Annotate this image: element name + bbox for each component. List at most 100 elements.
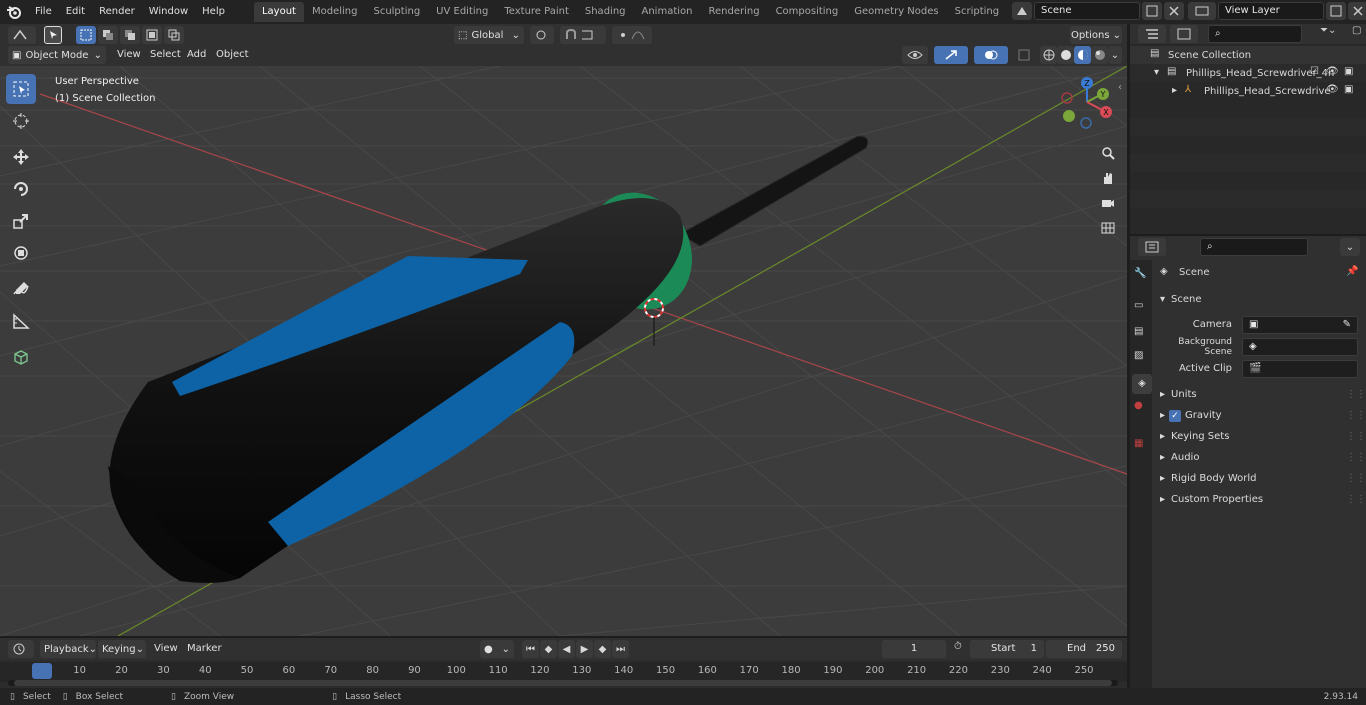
play-reverse-icon[interactable]: ◀	[558, 640, 575, 658]
eye-icon[interactable]: 👁	[1326, 84, 1339, 95]
filter-icon[interactable]: ⏷⌄	[1320, 25, 1336, 36]
outliner-row-object[interactable]: ▸ ⅄ Phillips_Head_Screwdrive 👁 ▣	[1130, 82, 1366, 100]
ortho-grid-icon[interactable]	[1097, 217, 1119, 239]
tweak-tool-icon[interactable]	[44, 26, 62, 44]
scene-icon[interactable]	[1012, 2, 1032, 20]
select-invert-icon[interactable]	[142, 26, 162, 44]
delete-scene-icon[interactable]	[1164, 2, 1184, 20]
panel-gravity[interactable]: ▸ ✓ Gravity ⋮⋮	[1152, 405, 1366, 426]
timeline-scrollbar[interactable]	[8, 680, 1118, 686]
screwdriver-model[interactable]	[108, 135, 869, 583]
expand-arrow-icon[interactable]: ▾	[1154, 67, 1159, 78]
drag-handle-icon[interactable]: ⋮⋮	[1346, 389, 1366, 400]
camera-view-icon[interactable]	[1097, 192, 1119, 214]
transform-orientation-dropdown[interactable]: ⬚ Global ⌄	[454, 26, 524, 44]
end-frame-field[interactable]: End 250	[1046, 640, 1122, 658]
delete-view-layer-icon[interactable]	[1348, 2, 1366, 20]
stopwatch-icon[interactable]: ⏱	[954, 641, 962, 652]
jump-end-icon[interactable]: ⏭	[612, 640, 629, 658]
proportional-edit-icon[interactable]	[612, 26, 652, 44]
panel-keying-sets[interactable]: ▸ Keying Sets ⋮⋮	[1152, 426, 1366, 447]
properties-editor-type-icon[interactable]	[1138, 238, 1166, 256]
rotate-tool-icon[interactable]	[6, 174, 36, 204]
sidebar-toggle-icon[interactable]: ‹	[1118, 82, 1122, 93]
tab-shading[interactable]: Shading	[577, 2, 634, 22]
view-layer-icon[interactable]	[1188, 2, 1216, 20]
play-icon[interactable]: ▶	[576, 640, 593, 658]
eye-icon[interactable]: 👁	[1326, 66, 1339, 77]
expand-arrow-icon[interactable]: ▸	[1172, 85, 1177, 96]
frame-ruler[interactable]: 1102030405060708090100110120130140150160…	[0, 662, 1127, 682]
keying-menu[interactable]: Keying ⌄	[98, 640, 146, 658]
texture-tab-icon[interactable]: ▦	[1134, 438, 1143, 449]
timeline-menu-marker[interactable]: Marker	[187, 640, 222, 658]
chevron-down-icon[interactable]: ⌄	[1108, 46, 1122, 64]
outliner-search-input[interactable]: ⌕	[1208, 25, 1302, 43]
playhead-marker[interactable]	[32, 663, 52, 679]
tab-compositing[interactable]: Compositing	[768, 2, 847, 22]
start-frame-field[interactable]: Start 1	[970, 640, 1044, 658]
zoom-icon[interactable]	[1097, 142, 1119, 164]
xray-toggle-icon[interactable]	[1014, 46, 1034, 64]
navigation-gizmo[interactable]: Z Y X	[1058, 74, 1116, 136]
viewport-menu-view[interactable]: View	[117, 46, 141, 64]
outliner-editor-type-icon[interactable]	[1138, 25, 1166, 43]
drag-handle-icon[interactable]: ⋮⋮	[1346, 431, 1366, 442]
panel-custom-properties[interactable]: ▸ Custom Properties ⋮⋮	[1152, 489, 1366, 510]
tab-modeling[interactable]: Modeling	[304, 2, 366, 22]
pan-hand-icon[interactable]	[1097, 167, 1119, 189]
menu-edit[interactable]: Edit	[59, 0, 92, 24]
solid-shading-icon[interactable]	[1057, 46, 1074, 64]
drag-handle-icon[interactable]: ⋮⋮	[1346, 494, 1366, 505]
3d-viewport[interactable]: User Perspective (1) Scene Collection Z …	[0, 66, 1127, 636]
tab-animation[interactable]: Animation	[634, 2, 701, 22]
measure-tool-icon[interactable]	[6, 306, 36, 336]
menu-help[interactable]: Help	[195, 0, 232, 24]
outliner-row-root[interactable]: ▤ Scene Collection	[1130, 46, 1366, 64]
new-view-layer-icon[interactable]	[1326, 2, 1346, 20]
add-cube-tool-icon[interactable]	[6, 342, 36, 372]
tab-rendering[interactable]: Rendering	[700, 2, 767, 22]
properties-search-input[interactable]: ⌕	[1200, 238, 1308, 256]
cursor-tool-icon[interactable]	[6, 106, 36, 136]
new-scene-icon[interactable]	[1142, 2, 1162, 20]
jump-start-icon[interactable]: ⏮	[522, 640, 539, 658]
drag-handle-icon[interactable]: ⋮⋮	[1346, 410, 1366, 421]
scene-section-header[interactable]: ▾ Scene	[1152, 290, 1366, 310]
timeline-editor-type-icon[interactable]	[8, 640, 34, 658]
eyedropper-icon[interactable]: ✎	[1343, 317, 1351, 333]
panel-units[interactable]: ▸ Units ⋮⋮	[1152, 384, 1366, 405]
background-scene-field[interactable]: ◈	[1242, 337, 1358, 356]
menu-render[interactable]: Render	[92, 0, 142, 24]
tab-sculpting[interactable]: Sculpting	[365, 2, 428, 22]
current-frame-field[interactable]: 1	[882, 640, 946, 658]
viewport-menu-add[interactable]: Add	[187, 46, 206, 64]
next-keyframe-icon[interactable]: ◆	[594, 640, 611, 658]
select-box-tool-icon[interactable]	[6, 74, 36, 104]
playback-menu[interactable]: Playback ⌄	[40, 640, 97, 658]
overlays-toggle-icon[interactable]	[974, 46, 1008, 64]
panel-rigid-body-world[interactable]: ▸ Rigid Body World ⋮⋮	[1152, 468, 1366, 489]
select-intersect-icon[interactable]	[164, 26, 184, 44]
world-tab-icon[interactable]: ●	[1134, 400, 1143, 411]
select-new-icon[interactable]	[76, 26, 96, 44]
rendered-shading-icon[interactable]	[1091, 46, 1108, 64]
scene-tab-icon[interactable]: ◈	[1132, 374, 1152, 394]
pin-icon[interactable]: 📌	[1346, 266, 1358, 277]
output-tab-icon[interactable]: ▤	[1134, 326, 1143, 337]
camera-render-icon[interactable]: ▣	[1344, 84, 1353, 95]
panel-audio[interactable]: ▸ Audio ⋮⋮	[1152, 447, 1366, 468]
object-mode-dropdown[interactable]: ▣ Object Mode ⌄	[8, 46, 106, 64]
camera-render-icon[interactable]: ▣	[1344, 66, 1353, 77]
material-shading-icon[interactable]	[1074, 46, 1091, 64]
move-tool-icon[interactable]	[6, 142, 36, 172]
wireframe-shading-icon[interactable]	[1040, 46, 1057, 64]
select-subtract-icon[interactable]	[120, 26, 140, 44]
menu-window[interactable]: Window	[142, 0, 195, 24]
view-layer-field[interactable]: View Layer	[1218, 2, 1324, 20]
pivot-point-icon[interactable]	[530, 26, 554, 44]
view-layer-tab-icon[interactable]: ▨	[1134, 350, 1143, 361]
options-dropdown[interactable]: Options ⌄	[1070, 26, 1122, 44]
tab-texture-paint[interactable]: Texture Paint	[496, 2, 577, 22]
scrollbar-thumb[interactable]	[14, 680, 1112, 686]
